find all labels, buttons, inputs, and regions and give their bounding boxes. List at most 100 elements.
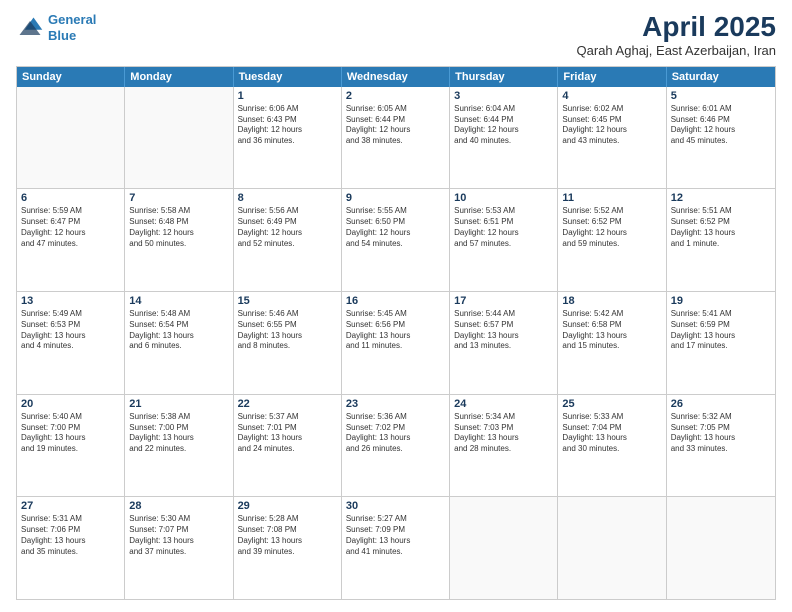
day-cell-23: 23Sunrise: 5:36 AMSunset: 7:02 PMDayligh… bbox=[342, 395, 450, 497]
calendar-row-2: 6Sunrise: 5:59 AMSunset: 6:47 PMDaylight… bbox=[17, 188, 775, 291]
day-number: 13 bbox=[21, 295, 120, 307]
calendar-row-4: 20Sunrise: 5:40 AMSunset: 7:00 PMDayligh… bbox=[17, 394, 775, 497]
day-number: 26 bbox=[671, 398, 771, 410]
cell-info-line: and 19 minutes. bbox=[21, 444, 120, 455]
day-number: 15 bbox=[238, 295, 337, 307]
cell-info-line: Daylight: 13 hours bbox=[454, 331, 553, 342]
cell-info-line: Sunset: 6:47 PM bbox=[21, 217, 120, 228]
day-cell-16: 16Sunrise: 5:45 AMSunset: 6:56 PMDayligh… bbox=[342, 292, 450, 394]
day-cell-1: 1Sunrise: 6:06 AMSunset: 6:43 PMDaylight… bbox=[234, 87, 342, 189]
cell-info-line: Sunset: 6:52 PM bbox=[562, 217, 661, 228]
day-number: 17 bbox=[454, 295, 553, 307]
cell-info-line: Sunset: 6:51 PM bbox=[454, 217, 553, 228]
cell-info-line: Sunrise: 5:34 AM bbox=[454, 412, 553, 423]
cell-info-line: and 4 minutes. bbox=[21, 341, 120, 352]
cell-info-line: Sunrise: 5:28 AM bbox=[238, 514, 337, 525]
cell-info-line: and 50 minutes. bbox=[129, 239, 228, 250]
cell-info-line: Sunset: 6:52 PM bbox=[671, 217, 771, 228]
cell-info-line: Sunset: 7:07 PM bbox=[129, 525, 228, 536]
weekday-header-tuesday: Tuesday bbox=[234, 67, 342, 87]
day-cell-20: 20Sunrise: 5:40 AMSunset: 7:00 PMDayligh… bbox=[17, 395, 125, 497]
day-number: 28 bbox=[129, 500, 228, 512]
cell-info-line: Sunrise: 5:37 AM bbox=[238, 412, 337, 423]
cell-info-line: Daylight: 13 hours bbox=[21, 433, 120, 444]
day-cell-9: 9Sunrise: 5:55 AMSunset: 6:50 PMDaylight… bbox=[342, 189, 450, 291]
cell-info-line: Daylight: 13 hours bbox=[671, 433, 771, 444]
cell-info-line: Daylight: 13 hours bbox=[346, 433, 445, 444]
cell-info-line: Daylight: 12 hours bbox=[238, 125, 337, 136]
cell-info-line: and 30 minutes. bbox=[562, 444, 661, 455]
weekday-header-monday: Monday bbox=[125, 67, 233, 87]
cell-info-line: Sunset: 6:45 PM bbox=[562, 115, 661, 126]
cell-info-line: Daylight: 13 hours bbox=[671, 228, 771, 239]
header: General Blue April 2025 Qarah Aghaj, Eas… bbox=[16, 12, 776, 58]
cell-info-line: and 57 minutes. bbox=[454, 239, 553, 250]
cell-info-line: and 6 minutes. bbox=[129, 341, 228, 352]
cell-info-line: Sunrise: 5:58 AM bbox=[129, 206, 228, 217]
day-cell-19: 19Sunrise: 5:41 AMSunset: 6:59 PMDayligh… bbox=[667, 292, 775, 394]
cell-info-line: and 54 minutes. bbox=[346, 239, 445, 250]
cell-info-line: Daylight: 13 hours bbox=[562, 331, 661, 342]
day-number: 27 bbox=[21, 500, 120, 512]
cell-info-line: Sunrise: 6:05 AM bbox=[346, 104, 445, 115]
cell-info-line: and 38 minutes. bbox=[346, 136, 445, 147]
cell-info-line: Daylight: 13 hours bbox=[238, 331, 337, 342]
cell-info-line: Sunrise: 5:45 AM bbox=[346, 309, 445, 320]
cell-info-line: and 40 minutes. bbox=[454, 136, 553, 147]
day-cell-11: 11Sunrise: 5:52 AMSunset: 6:52 PMDayligh… bbox=[558, 189, 666, 291]
cell-info-line: Sunrise: 5:55 AM bbox=[346, 206, 445, 217]
cell-info-line: Sunrise: 5:44 AM bbox=[454, 309, 553, 320]
cell-info-line: Sunset: 6:49 PM bbox=[238, 217, 337, 228]
cell-info-line: Sunset: 7:06 PM bbox=[21, 525, 120, 536]
logo-icon bbox=[16, 14, 44, 42]
cell-info-line: Sunrise: 5:48 AM bbox=[129, 309, 228, 320]
cell-info-line: Daylight: 13 hours bbox=[562, 433, 661, 444]
cell-info-line: and 28 minutes. bbox=[454, 444, 553, 455]
empty-cell-r4c6 bbox=[667, 497, 775, 599]
day-number: 1 bbox=[238, 90, 337, 102]
logo-line1: General bbox=[48, 12, 96, 27]
cell-info-line: Sunrise: 5:56 AM bbox=[238, 206, 337, 217]
day-number: 7 bbox=[129, 192, 228, 204]
cell-info-line: Sunrise: 5:33 AM bbox=[562, 412, 661, 423]
weekday-header-thursday: Thursday bbox=[450, 67, 558, 87]
cell-info-line: Sunset: 7:04 PM bbox=[562, 423, 661, 434]
cell-info-line: and 59 minutes. bbox=[562, 239, 661, 250]
day-number: 8 bbox=[238, 192, 337, 204]
location: Qarah Aghaj, East Azerbaijan, Iran bbox=[577, 43, 776, 58]
cell-info-line: Sunset: 7:09 PM bbox=[346, 525, 445, 536]
cell-info-line: Sunset: 6:44 PM bbox=[454, 115, 553, 126]
cell-info-line: Daylight: 12 hours bbox=[346, 228, 445, 239]
cell-info-line: Daylight: 13 hours bbox=[454, 433, 553, 444]
cell-info-line: Sunrise: 6:02 AM bbox=[562, 104, 661, 115]
cell-info-line: Sunrise: 5:30 AM bbox=[129, 514, 228, 525]
cell-info-line: Sunset: 6:53 PM bbox=[21, 320, 120, 331]
cell-info-line: and 17 minutes. bbox=[671, 341, 771, 352]
cell-info-line: Sunrise: 5:38 AM bbox=[129, 412, 228, 423]
day-cell-27: 27Sunrise: 5:31 AMSunset: 7:06 PMDayligh… bbox=[17, 497, 125, 599]
cell-info-line: Sunset: 7:03 PM bbox=[454, 423, 553, 434]
day-number: 29 bbox=[238, 500, 337, 512]
day-cell-22: 22Sunrise: 5:37 AMSunset: 7:01 PMDayligh… bbox=[234, 395, 342, 497]
cell-info-line: Sunset: 6:54 PM bbox=[129, 320, 228, 331]
calendar-row-3: 13Sunrise: 5:49 AMSunset: 6:53 PMDayligh… bbox=[17, 291, 775, 394]
day-cell-5: 5Sunrise: 6:01 AMSunset: 6:46 PMDaylight… bbox=[667, 87, 775, 189]
calendar-body: 1Sunrise: 6:06 AMSunset: 6:43 PMDaylight… bbox=[17, 87, 775, 599]
cell-info-line: and 1 minute. bbox=[671, 239, 771, 250]
cell-info-line: Sunset: 6:57 PM bbox=[454, 320, 553, 331]
day-number: 16 bbox=[346, 295, 445, 307]
cell-info-line: Sunset: 7:05 PM bbox=[671, 423, 771, 434]
cell-info-line: Daylight: 13 hours bbox=[346, 536, 445, 547]
cell-info-line: Sunrise: 5:53 AM bbox=[454, 206, 553, 217]
cell-info-line: Daylight: 13 hours bbox=[129, 433, 228, 444]
cell-info-line: Sunrise: 5:36 AM bbox=[346, 412, 445, 423]
logo-text: General Blue bbox=[48, 12, 96, 43]
cell-info-line: Sunrise: 5:31 AM bbox=[21, 514, 120, 525]
day-cell-7: 7Sunrise: 5:58 AMSunset: 6:48 PMDaylight… bbox=[125, 189, 233, 291]
cell-info-line: and 45 minutes. bbox=[671, 136, 771, 147]
day-cell-14: 14Sunrise: 5:48 AMSunset: 6:54 PMDayligh… bbox=[125, 292, 233, 394]
cell-info-line: Sunset: 7:00 PM bbox=[21, 423, 120, 434]
cell-info-line: Sunrise: 5:27 AM bbox=[346, 514, 445, 525]
day-number: 11 bbox=[562, 192, 661, 204]
cell-info-line: and 15 minutes. bbox=[562, 341, 661, 352]
